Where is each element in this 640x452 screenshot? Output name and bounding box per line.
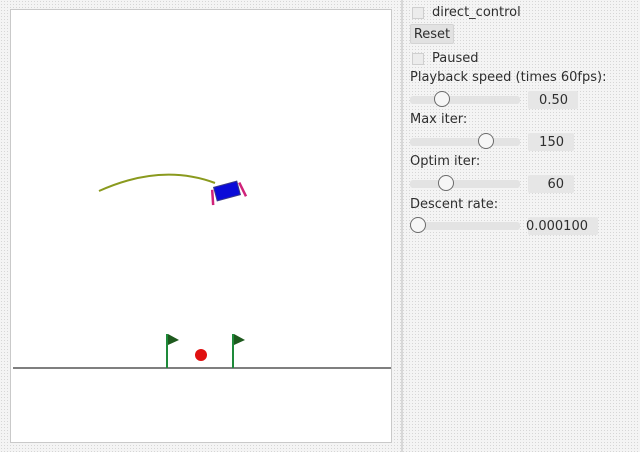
playback-speed-label: Playback speed (times 60fps):	[410, 70, 607, 85]
descent-rate-slider[interactable]	[410, 217, 520, 235]
trajectory-path	[98, 173, 216, 192]
target-ball	[195, 349, 207, 361]
playback-speed-slider[interactable]	[410, 91, 520, 109]
panel-divider[interactable]	[401, 0, 403, 452]
right-flag	[232, 334, 245, 368]
slider-track[interactable]	[410, 138, 520, 146]
max-iter-slider[interactable]	[410, 133, 520, 151]
direct-control-checkbox-row[interactable]: direct_control	[410, 5, 521, 20]
max-iter-value[interactable]: 150	[528, 133, 574, 151]
control-panel: direct_control Reset Paused Playback spe…	[410, 0, 636, 452]
slider-thumb[interactable]	[438, 175, 455, 191]
optim-iter-label: Optim iter:	[410, 154, 481, 169]
slider-track[interactable]	[410, 180, 520, 188]
max-iter-label: Max iter:	[410, 112, 468, 127]
slider-thumb[interactable]	[433, 91, 450, 107]
left-flag	[166, 334, 179, 368]
vehicle-body	[212, 180, 242, 202]
reset-button[interactable]: Reset	[410, 24, 454, 44]
simulation-canvas	[13, 173, 391, 369]
direct-control-checkbox[interactable]	[412, 6, 424, 19]
descent-rate-value[interactable]: 0.000100	[526, 217, 598, 235]
playback-speed-value[interactable]: 0.50	[528, 91, 578, 109]
paused-checkbox[interactable]	[412, 52, 424, 65]
optim-iter-value[interactable]: 60	[528, 175, 574, 193]
slider-thumb[interactable]	[410, 217, 426, 233]
paused-label: Paused	[432, 51, 479, 66]
slider-thumb[interactable]	[477, 133, 494, 149]
direct-control-label: direct_control	[432, 5, 521, 20]
optim-iter-slider[interactable]	[410, 175, 520, 193]
descent-rate-label: Descent rate:	[410, 197, 499, 212]
slider-track[interactable]	[410, 96, 520, 104]
paused-checkbox-row[interactable]: Paused	[410, 51, 478, 66]
slider-track[interactable]	[410, 222, 520, 230]
simulation-viewport[interactable]	[10, 9, 392, 443]
